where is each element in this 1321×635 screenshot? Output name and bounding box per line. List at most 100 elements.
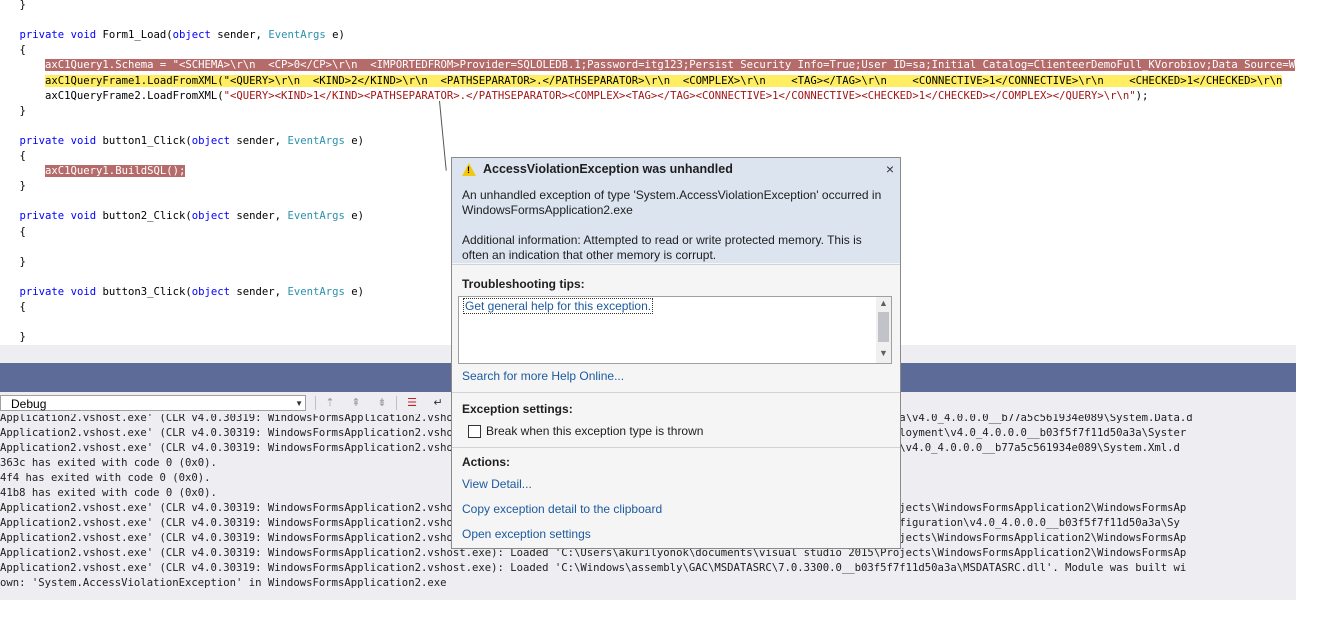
code-line[interactable]: private void button2_Click(object sender…	[0, 209, 364, 224]
code-token: axC1Query1.BuildSQL();	[45, 165, 186, 178]
code-token: EventArgs	[287, 285, 345, 298]
code-token: void	[70, 285, 97, 298]
code-token: }	[19, 331, 26, 344]
code-token: e)	[344, 134, 364, 147]
code-token: sender,	[230, 285, 288, 298]
code-token: object	[191, 134, 231, 147]
exception-message-line-1: An unhandled exception of type 'System.A…	[462, 188, 882, 202]
code-token: object	[191, 210, 231, 223]
output-line: 41b8 has exited with code 0 (0x0).	[0, 487, 217, 499]
code-line[interactable]: }	[0, 104, 26, 119]
tips-scrollbar[interactable]: ▲ ▼	[876, 297, 891, 363]
find-message-icon[interactable]: ⇡	[321, 395, 339, 411]
code-line[interactable]: }	[0, 179, 26, 194]
code-line[interactable]: axC1QueryFrame1.LoadFromXML("<QUERY>\r\n…	[0, 74, 1283, 89]
code-token: void	[70, 210, 97, 223]
break-on-exception-label[interactable]: Break when this exception type is thrown	[486, 424, 703, 438]
code-token: }	[19, 255, 26, 268]
code-line[interactable]: {	[0, 43, 26, 58]
code-token: {	[19, 301, 26, 313]
code-token: private	[19, 29, 65, 42]
code-line[interactable]: axC1Query1.BuildSQL();	[0, 164, 186, 179]
code-token: );	[1135, 89, 1149, 102]
output-source-select[interactable]: Debug ▼	[0, 395, 306, 411]
output-line: 363c has exited with code 0 (0x0).	[0, 457, 217, 469]
toolbar-separator	[396, 396, 397, 410]
code-line[interactable]: {	[0, 225, 26, 240]
clear-all-icon[interactable]: ☰	[403, 395, 421, 411]
code-token: {	[19, 150, 26, 162]
output-line: Application2.vshost.exe' (CLR v4.0.30319…	[0, 562, 1187, 574]
troubleshooting-heading: Troubleshooting tips:	[462, 277, 585, 291]
toolbar-separator	[315, 396, 316, 410]
code-token: button1_Click(	[96, 134, 192, 147]
code-token: private	[19, 285, 65, 298]
open-exception-settings-link[interactable]: Open exception settings	[462, 527, 591, 541]
code-token: sender,	[210, 29, 269, 42]
search-help-online-link[interactable]: Search for more Help Online...	[462, 369, 624, 383]
scrollbar-thumb[interactable]	[878, 312, 889, 342]
code-token: e)	[344, 210, 364, 223]
code-token: EventArgs	[287, 134, 345, 147]
code-token: }	[19, 180, 26, 193]
additional-info-line-1: Additional information: Attempted to rea…	[462, 233, 862, 247]
output-line: 4f4 has exited with code 0 (0x0).	[0, 472, 211, 484]
code-token: axC1QueryFrame2.LoadFromXML(	[0, 89, 224, 102]
code-line[interactable]: {	[0, 149, 26, 164]
code-token: EventArgs	[287, 210, 345, 223]
close-icon[interactable]: ×	[886, 161, 894, 177]
view-detail-link[interactable]: View Detail...	[462, 477, 532, 491]
code-token: }	[19, 0, 26, 11]
code-line[interactable]: private void Form1_Load(object sender, E…	[0, 28, 345, 43]
code-token: {	[19, 225, 26, 238]
code-line[interactable]: }	[0, 255, 26, 270]
code-token: e)	[344, 285, 364, 298]
exception-highlight: axC1Query1.Schema = "<SCHEMA>\r\n <CP>0<…	[45, 59, 1296, 72]
troubleshooting-tips-list[interactable]: Get general help for this exception. ▲ ▼	[458, 296, 892, 364]
code-token: EventArgs	[268, 29, 326, 42]
code-token: object	[172, 29, 211, 42]
break-on-exception-checkbox[interactable]	[468, 425, 481, 438]
additional-info-line-2: often an indication that other memory is…	[462, 248, 717, 262]
warning-icon: !	[462, 163, 476, 176]
code-line[interactable]: axC1Query1.Schema = "<SCHEMA>\r\n <CP>0<…	[0, 58, 1296, 73]
divider	[452, 392, 900, 393]
code-line[interactable]: {	[0, 300, 26, 315]
scroll-down-icon[interactable]: ▼	[879, 348, 888, 358]
exception-assistant-dialog: ! AccessViolationException was unhandled…	[451, 157, 901, 549]
code-token: {	[19, 44, 26, 57]
code-line[interactable]: private void button1_Click(object sender…	[0, 134, 364, 149]
word-wrap-icon[interactable]: ↵	[429, 395, 447, 411]
code-token: void	[70, 29, 97, 42]
prev-message-icon[interactable]: ⇞	[347, 395, 365, 411]
dropdown-arrow-icon: ▼	[295, 399, 303, 408]
scroll-up-icon[interactable]: ▲	[879, 298, 888, 308]
code-token: sender,	[230, 134, 288, 147]
dialog-title: AccessViolationException was unhandled	[483, 162, 733, 176]
general-help-link[interactable]: Get general help for this exception.	[463, 298, 654, 314]
code-token: void	[70, 134, 97, 147]
code-line[interactable]: }	[0, 330, 26, 345]
current-statement-highlight: axC1QueryFrame1.LoadFromXML("<QUERY>\r\n…	[45, 74, 1283, 87]
divider	[452, 264, 900, 265]
next-message-icon[interactable]: ⇟	[373, 395, 391, 411]
dialog-message-area: An unhandled exception of type 'System.A…	[452, 182, 900, 263]
code-token: button3_Click(	[96, 285, 192, 298]
divider	[452, 447, 900, 448]
code-token: }	[19, 104, 26, 117]
editor-margin	[1296, 0, 1321, 635]
code-token: private	[19, 210, 65, 223]
code-line[interactable]: }	[0, 0, 26, 13]
code-token: sender,	[230, 210, 288, 223]
code-line[interactable]: axC1QueryFrame2.LoadFromXML("<QUERY><KIN…	[0, 89, 1148, 104]
copy-exception-detail-link[interactable]: Copy exception detail to the clipboard	[462, 502, 662, 516]
code-line[interactable]: private void button3_Click(object sender…	[0, 285, 364, 300]
code-token: object	[191, 285, 231, 298]
code-token: button2_Click(	[96, 210, 192, 223]
exception-settings-heading: Exception settings:	[462, 402, 573, 416]
